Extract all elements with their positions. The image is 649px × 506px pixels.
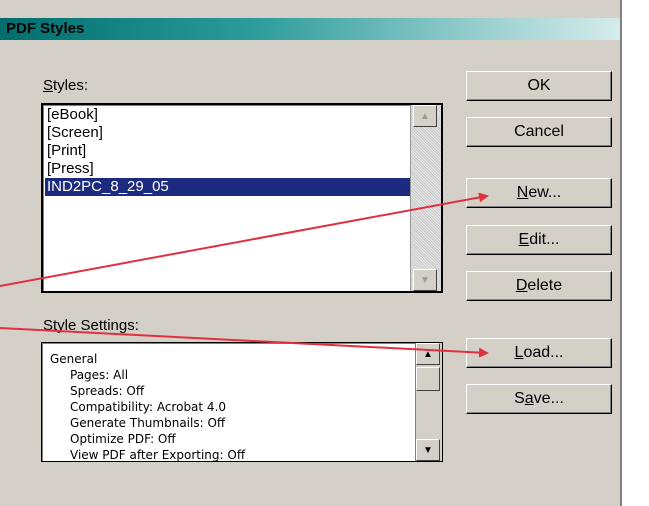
cancel-button[interactable]: Cancel — [466, 117, 612, 147]
styles-scrollbar[interactable]: ▲ ▼ — [410, 105, 441, 291]
title-bar: PDF Styles — [0, 18, 620, 40]
style-settings-label: Style Settings: — [43, 317, 139, 334]
load-button[interactable]: Load... — [466, 338, 612, 368]
settings-scrollbar[interactable]: ▲ ▼ — [415, 343, 442, 461]
save-button[interactable]: Sa ve... — [466, 384, 612, 414]
up-arrow-icon[interactable]: ▲ — [413, 105, 437, 127]
list-item[interactable]: [Screen] — [47, 124, 103, 142]
styles-listbox[interactable]: [eBook] [Screen] [Print] [Press] IND2PC_… — [41, 103, 443, 293]
down-arrow-icon[interactable]: ▼ — [416, 439, 440, 461]
ok-button[interactable]: OK — [466, 71, 612, 101]
delete-button[interactable]: Delete — [466, 271, 612, 301]
list-item[interactable]: [eBook] — [47, 106, 98, 124]
new-button[interactable]: New... — [466, 178, 612, 208]
style-settings-listbox[interactable]: General Pages: All Spreads: Off Compatib… — [41, 342, 443, 462]
scroll-thumb[interactable] — [416, 367, 440, 391]
window-title: PDF Styles — [6, 20, 85, 37]
settings-line: Spreads: Off — [70, 384, 145, 398]
settings-line: Optimize PDF: Off — [70, 432, 176, 446]
pdf-styles-dialog: PDF Styles Styles: [eBook] [Screen] [Pri… — [0, 0, 622, 506]
edit-button[interactable]: Edit... — [466, 225, 612, 255]
list-item[interactable]: [Press] — [47, 160, 94, 178]
settings-line: Generate Thumbnails: Off — [70, 416, 226, 430]
settings-line: Pages: All — [70, 368, 129, 382]
up-arrow-icon[interactable]: ▲ — [416, 343, 440, 365]
settings-line: Compatibility: Acrobat 4.0 — [70, 400, 227, 414]
settings-line: View PDF after Exporting: Off — [70, 448, 246, 462]
styles-label: Styles: — [43, 77, 89, 94]
list-item-selected[interactable]: IND2PC_8_29_05 — [45, 178, 413, 196]
settings-line: General — [50, 352, 98, 366]
down-arrow-icon[interactable]: ▼ — [413, 269, 437, 291]
list-item[interactable]: [Print] — [47, 142, 86, 160]
